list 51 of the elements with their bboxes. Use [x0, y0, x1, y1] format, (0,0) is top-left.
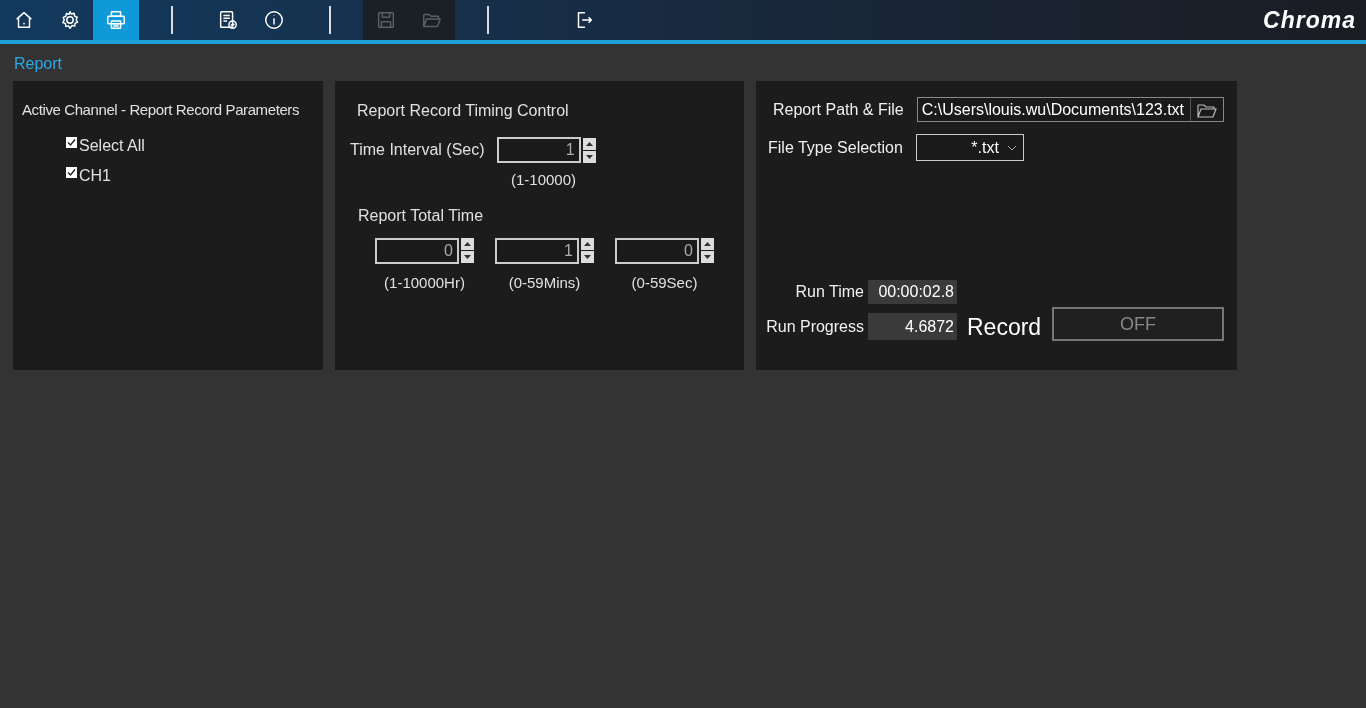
number-field[interactable]: 0	[375, 237, 459, 264]
checkmark-icon	[67, 167, 76, 177]
triangle-up-icon	[704, 242, 711, 246]
field-label: Time Interval (Sec)	[350, 140, 485, 160]
triangle-up-icon	[464, 242, 471, 246]
range-hint: (0-59Mins)	[508, 272, 581, 293]
range-hint: (0-59Sec)	[631, 272, 698, 293]
number-field[interactable]: 0	[615, 237, 699, 264]
record-label: Record	[967, 313, 1042, 342]
triangle-down-icon	[464, 255, 471, 259]
triangle-down-icon	[704, 255, 711, 259]
folder-icon[interactable]	[1196, 101, 1217, 118]
spin-down-button[interactable]	[581, 251, 594, 263]
info-icon	[263, 9, 285, 31]
range-hint: (1-10000)	[511, 170, 578, 190]
run-time-display: 00:00:02.8	[868, 280, 957, 304]
spin-up-button[interactable]	[461, 238, 474, 250]
path-field[interactable]: C:\Users\louis.wu\Documents\123.txt	[916, 97, 1224, 122]
settings-icon	[59, 9, 81, 31]
triangle-down-icon	[585, 154, 593, 159]
field-label: Run Progress	[766, 317, 864, 337]
spin-down-button[interactable]	[582, 150, 596, 163]
channel-checkbox[interactable]: CH1	[66, 165, 111, 185]
spin-up-button[interactable]	[581, 238, 594, 250]
channel-checkbox[interactable]: Select All	[66, 135, 145, 155]
field-label: File Type Selection	[768, 137, 903, 158]
run-progress-display: 4.6872	[868, 313, 957, 340]
breadcrumb: Report	[14, 55, 63, 72]
checkmark-icon	[67, 137, 76, 147]
triangle-up-icon	[585, 141, 593, 146]
document-clock-icon	[217, 9, 239, 31]
number-field[interactable]: 1	[496, 137, 581, 163]
triangle-up-icon	[584, 242, 591, 246]
panel-title: Active Channel - Report Record Parameters	[22, 100, 300, 120]
chevron-down-icon	[1006, 144, 1017, 151]
number-field[interactable]: 1	[495, 237, 579, 264]
field-label: Report Total Time	[358, 205, 485, 226]
range-hint: (1-10000Hr)	[384, 272, 465, 293]
home-icon	[13, 9, 35, 31]
brand-logo: Chroma	[1263, 5, 1356, 35]
spin-down-button[interactable]	[461, 251, 474, 263]
field-label: Report Path & File	[773, 99, 904, 120]
file-type-dropdown[interactable]: *.txt	[915, 134, 1024, 161]
record-toggle[interactable]: OFF	[1052, 307, 1224, 341]
spin-down-button[interactable]	[701, 251, 714, 263]
panel-title: Report Record Timing Control	[357, 101, 570, 121]
triangle-down-icon	[584, 255, 591, 259]
printer-icon	[105, 9, 127, 31]
spin-up-button[interactable]	[701, 238, 714, 250]
field-label: Run Time	[795, 282, 864, 302]
spin-up-button[interactable]	[582, 137, 596, 150]
